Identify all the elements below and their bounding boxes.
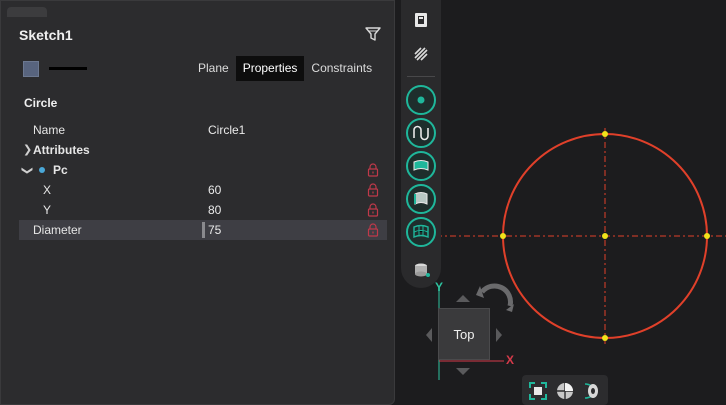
fit-view-icon[interactable] (527, 380, 549, 402)
mesh-tool-button[interactable] (406, 217, 436, 247)
rotate-arc-icon (480, 283, 513, 307)
property-label: Name (33, 123, 66, 137)
arrow-up-icon (456, 295, 470, 302)
edit-cursor (202, 222, 205, 238)
lock-icon[interactable] (367, 163, 379, 177)
quadrant-point-left[interactable] (500, 233, 506, 239)
panel-drag-tab[interactable] (7, 7, 47, 17)
center-point[interactable] (602, 233, 608, 239)
chevron-down-icon[interactable]: ❯ (17, 166, 37, 175)
wave-icon (413, 125, 429, 141)
point-tool-button[interactable] (406, 85, 436, 115)
property-row-name: Name Circle1 (19, 120, 387, 140)
line-style-sample[interactable] (49, 67, 87, 70)
lock-icon[interactable] (367, 183, 379, 197)
section-title: Circle (24, 96, 58, 110)
surface-icon (413, 160, 429, 171)
view-cube-face-top[interactable]: Top (438, 308, 490, 360)
tab-constraints[interactable]: Constraints (304, 56, 379, 81)
property-value[interactable]: 80 (208, 200, 221, 220)
property-label: X (43, 183, 52, 197)
view-tools (522, 375, 608, 405)
funnel-icon[interactable] (364, 25, 382, 43)
property-label: Diameter (33, 223, 82, 237)
arrow-down-icon (456, 368, 470, 375)
panel-title: Sketch1 (19, 27, 73, 43)
quadrant-point-top[interactable] (602, 131, 608, 137)
point-icon (417, 96, 425, 104)
solid-icon (414, 192, 428, 205)
arrow-left-icon (426, 328, 432, 342)
diameter-input[interactable]: 75 (208, 220, 221, 240)
property-row-x: X 60 (19, 180, 387, 200)
toolbar-divider (407, 76, 435, 77)
property-row-attributes[interactable]: ❯ Attributes (19, 140, 387, 160)
hatch-icon[interactable] (413, 46, 429, 62)
solid-tool-button[interactable] (406, 184, 436, 214)
property-row-diameter[interactable]: Diameter 75 (19, 220, 387, 240)
sketch-toolbar (401, 0, 441, 288)
lock-icon[interactable] (367, 203, 379, 217)
cylinder-icon[interactable] (413, 262, 431, 278)
app-root: Sketch1 Plane Properties Constraints Cir… (0, 0, 726, 405)
property-row-y: Y 80 (19, 200, 387, 220)
document-icon[interactable] (413, 11, 429, 29)
property-label: Pc (53, 163, 68, 177)
tab-properties[interactable]: Properties (235, 56, 305, 81)
properties-panel: Sketch1 Plane Properties Constraints Cir… (0, 0, 395, 405)
property-label: Attributes (33, 143, 90, 157)
view-cube[interactable]: Y X Top (424, 280, 524, 380)
tab-plane[interactable]: Plane (191, 56, 236, 81)
property-label: Y (43, 203, 52, 217)
curve-tool-button[interactable] (406, 118, 436, 148)
property-value[interactable]: Circle1 (208, 120, 245, 140)
axis-x-label: X (506, 353, 515, 367)
point-icon (39, 167, 45, 173)
surface-tool-button[interactable] (406, 151, 436, 181)
property-value[interactable]: 60 (208, 180, 221, 200)
fill-color-swatch[interactable] (23, 61, 39, 77)
arrow-right-icon (496, 328, 502, 342)
lock-icon[interactable] (367, 223, 379, 237)
chevron-right-icon[interactable]: ❯ (23, 140, 32, 160)
axis-y-label: Y (435, 280, 444, 294)
shading-sphere-icon[interactable] (554, 380, 576, 402)
section-view-icon[interactable] (580, 380, 602, 402)
quadrant-point-bottom[interactable] (602, 335, 608, 341)
mesh-icon (413, 224, 429, 239)
panel-tabs: Plane Properties Constraints (191, 56, 379, 81)
property-row-pc[interactable]: ❯ Pc (19, 160, 387, 180)
quadrant-point-right[interactable] (704, 233, 710, 239)
